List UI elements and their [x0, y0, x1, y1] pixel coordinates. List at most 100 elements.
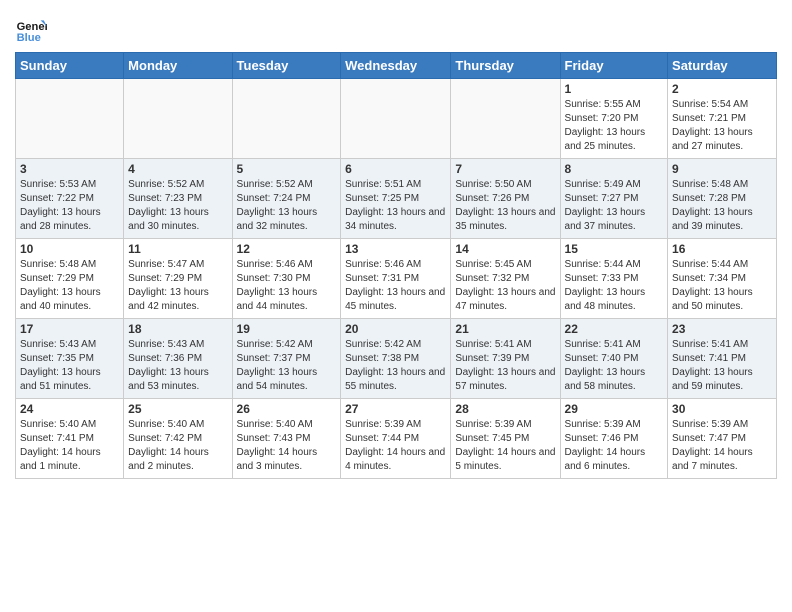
- day-number: 5: [237, 162, 337, 176]
- day-cell: 24 Sunrise: 5:40 AMSunset: 7:41 PMDayligh…: [16, 399, 124, 479]
- day-number: 12: [237, 242, 337, 256]
- day-cell: 8 Sunrise: 5:49 AMSunset: 7:27 PMDaylight…: [560, 159, 668, 239]
- calendar: SundayMondayTuesdayWednesdayThursdayFrid…: [15, 52, 777, 479]
- day-cell: 16Sunrise: 5:44 AMSunset: 7:34 PMDayligh…: [668, 239, 777, 319]
- day-cell: 4 Sunrise: 5:52 AMSunset: 7:23 PMDaylight…: [124, 159, 232, 239]
- day-number: 16: [672, 242, 772, 256]
- day-number: 27: [345, 402, 446, 416]
- day-info: Sunrise: 5:44 AMSunset: 7:33 PMDaylight:…: [565, 258, 664, 314]
- day-number: 2: [672, 82, 772, 96]
- day-info: Sunrise: 5:39 AMSunset: 7:46 PMDaylight:…: [565, 418, 664, 474]
- day-info: Sunrise: 5:39 AMSunset: 7:45 PMDaylight:…: [455, 418, 555, 474]
- day-info: Sunrise: 5:42 AMSunset: 7:38 PMDaylight:…: [345, 338, 446, 394]
- day-info: Sunrise: 5:48 AMSunset: 7:29 PMDaylight:…: [20, 258, 119, 314]
- day-cell: 15 Sunrise: 5:44 AMSunset: 7:33 PMDayligh…: [560, 239, 668, 319]
- week-row-3: 10 Sunrise: 5:48 AMSunset: 7:29 PMDayligh…: [16, 239, 777, 319]
- day-cell: 27 Sunrise: 5:39 AMSunset: 7:44 PMDayligh…: [341, 399, 451, 479]
- day-number: 23: [672, 322, 772, 336]
- day-info: Sunrise: 5:41 AMSunset: 7:41 PMDaylight:…: [672, 338, 772, 394]
- day-number: 3: [20, 162, 119, 176]
- day-number: 17: [20, 322, 119, 336]
- svg-text:General: General: [17, 21, 47, 33]
- day-cell: 26 Sunrise: 5:40 AMSunset: 7:43 PMDayligh…: [232, 399, 341, 479]
- day-info: Sunrise: 5:41 AMSunset: 7:39 PMDaylight:…: [455, 338, 555, 394]
- day-info: Sunrise: 5:46 AMSunset: 7:30 PMDaylight:…: [237, 258, 337, 314]
- day-number: 29: [565, 402, 664, 416]
- day-info: Sunrise: 5:52 AMSunset: 7:23 PMDaylight:…: [128, 178, 227, 234]
- day-number: 8: [565, 162, 664, 176]
- day-cell: 21Sunrise: 5:41 AMSunset: 7:39 PMDayligh…: [451, 319, 560, 399]
- day-cell: 9 Sunrise: 5:48 AMSunset: 7:28 PMDaylight…: [668, 159, 777, 239]
- day-info: Sunrise: 5:51 AMSunset: 7:25 PMDaylight:…: [345, 178, 446, 234]
- day-cell: 11 Sunrise: 5:47 AMSunset: 7:29 PMDayligh…: [124, 239, 232, 319]
- weekday-header-row: SundayMondayTuesdayWednesdayThursdayFrid…: [16, 53, 777, 79]
- day-number: 25: [128, 402, 227, 416]
- day-number: 11: [128, 242, 227, 256]
- day-info: Sunrise: 5:52 AMSunset: 7:24 PMDaylight:…: [237, 178, 337, 234]
- logo-icon: General Blue: [15, 14, 47, 46]
- day-info: Sunrise: 5:42 AMSunset: 7:37 PMDaylight:…: [237, 338, 337, 394]
- day-cell: 1Sunrise: 5:55 AMSunset: 7:20 PMDaylight…: [560, 79, 668, 159]
- svg-text:Blue: Blue: [17, 32, 41, 44]
- day-cell: 10 Sunrise: 5:48 AMSunset: 7:29 PMDayligh…: [16, 239, 124, 319]
- week-row-1: 1Sunrise: 5:55 AMSunset: 7:20 PMDaylight…: [16, 79, 777, 159]
- weekday-header-tuesday: Tuesday: [232, 53, 341, 79]
- day-number: 14: [455, 242, 555, 256]
- day-cell: 19 Sunrise: 5:42 AMSunset: 7:37 PMDayligh…: [232, 319, 341, 399]
- day-cell: 5 Sunrise: 5:52 AMSunset: 7:24 PMDaylight…: [232, 159, 341, 239]
- day-info: Sunrise: 5:47 AMSunset: 7:29 PMDaylight:…: [128, 258, 227, 314]
- day-cell: 29 Sunrise: 5:39 AMSunset: 7:46 PMDayligh…: [560, 399, 668, 479]
- day-info: Sunrise: 5:40 AMSunset: 7:41 PMDaylight:…: [20, 418, 119, 474]
- day-cell: 12 Sunrise: 5:46 AMSunset: 7:30 PMDayligh…: [232, 239, 341, 319]
- week-row-2: 3 Sunrise: 5:53 AMSunset: 7:22 PMDaylight…: [16, 159, 777, 239]
- logo: General Blue: [15, 14, 51, 46]
- day-cell: [16, 79, 124, 159]
- day-cell: [451, 79, 560, 159]
- day-cell: 30 Sunrise: 5:39 AMSunset: 7:47 PMDayligh…: [668, 399, 777, 479]
- day-number: 15: [565, 242, 664, 256]
- day-cell: 14Sunrise: 5:45 AMSunset: 7:32 PMDayligh…: [451, 239, 560, 319]
- weekday-header-friday: Friday: [560, 53, 668, 79]
- day-cell: [341, 79, 451, 159]
- day-number: 26: [237, 402, 337, 416]
- weekday-header-monday: Monday: [124, 53, 232, 79]
- day-cell: 22Sunrise: 5:41 AMSunset: 7:40 PMDayligh…: [560, 319, 668, 399]
- day-info: Sunrise: 5:48 AMSunset: 7:28 PMDaylight:…: [672, 178, 772, 234]
- day-number: 30: [672, 402, 772, 416]
- day-info: Sunrise: 5:40 AMSunset: 7:43 PMDaylight:…: [237, 418, 337, 474]
- day-info: Sunrise: 5:49 AMSunset: 7:27 PMDaylight:…: [565, 178, 664, 234]
- weekday-header-saturday: Saturday: [668, 53, 777, 79]
- day-number: 22: [565, 322, 664, 336]
- day-number: 19: [237, 322, 337, 336]
- week-row-5: 24 Sunrise: 5:40 AMSunset: 7:41 PMDayligh…: [16, 399, 777, 479]
- day-cell: 25Sunrise: 5:40 AMSunset: 7:42 PMDayligh…: [124, 399, 232, 479]
- weekday-header-wednesday: Wednesday: [341, 53, 451, 79]
- day-number: 24: [20, 402, 119, 416]
- day-number: 20: [345, 322, 446, 336]
- day-info: Sunrise: 5:53 AMSunset: 7:22 PMDaylight:…: [20, 178, 119, 234]
- day-cell: 6 Sunrise: 5:51 AMSunset: 7:25 PMDaylight…: [341, 159, 451, 239]
- day-cell: [232, 79, 341, 159]
- week-row-4: 17 Sunrise: 5:43 AMSunset: 7:35 PMDayligh…: [16, 319, 777, 399]
- weekday-header-sunday: Sunday: [16, 53, 124, 79]
- day-number: 28: [455, 402, 555, 416]
- day-info: Sunrise: 5:43 AMSunset: 7:35 PMDaylight:…: [20, 338, 119, 394]
- day-number: 6: [345, 162, 446, 176]
- day-number: 7: [455, 162, 555, 176]
- day-cell: 18Sunrise: 5:43 AMSunset: 7:36 PMDayligh…: [124, 319, 232, 399]
- day-cell: [124, 79, 232, 159]
- day-number: 10: [20, 242, 119, 256]
- day-info: Sunrise: 5:54 AMSunset: 7:21 PMDaylight:…: [672, 98, 772, 154]
- day-info: Sunrise: 5:39 AMSunset: 7:44 PMDaylight:…: [345, 418, 446, 474]
- day-number: 9: [672, 162, 772, 176]
- day-cell: 13Sunrise: 5:46 AMSunset: 7:31 PMDayligh…: [341, 239, 451, 319]
- day-number: 18: [128, 322, 227, 336]
- day-cell: 7 Sunrise: 5:50 AMSunset: 7:26 PMDaylight…: [451, 159, 560, 239]
- day-number: 4: [128, 162, 227, 176]
- day-info: Sunrise: 5:46 AMSunset: 7:31 PMDaylight:…: [345, 258, 446, 314]
- day-cell: 3 Sunrise: 5:53 AMSunset: 7:22 PMDaylight…: [16, 159, 124, 239]
- day-cell: 28 Sunrise: 5:39 AMSunset: 7:45 PMDayligh…: [451, 399, 560, 479]
- day-info: Sunrise: 5:39 AMSunset: 7:47 PMDaylight:…: [672, 418, 772, 474]
- day-cell: 2 Sunrise: 5:54 AMSunset: 7:21 PMDaylight…: [668, 79, 777, 159]
- day-info: Sunrise: 5:50 AMSunset: 7:26 PMDaylight:…: [455, 178, 555, 234]
